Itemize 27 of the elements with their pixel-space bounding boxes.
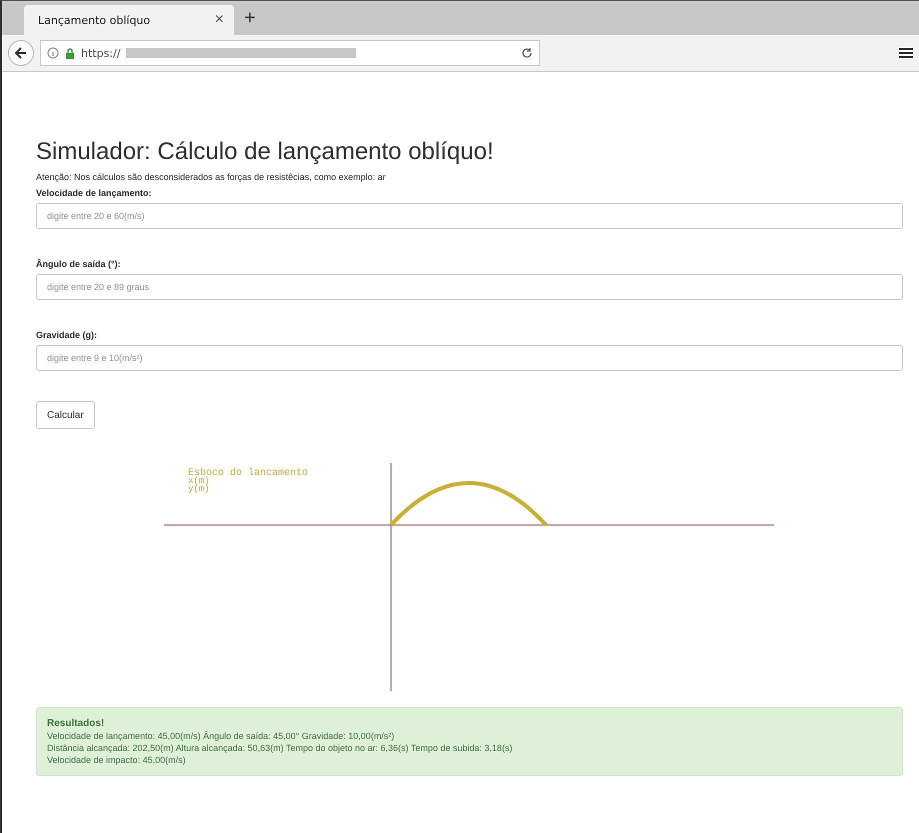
close-tab-button[interactable]: × [214, 11, 224, 29]
back-arrow-icon [14, 46, 28, 60]
new-tab-button[interactable]: + [244, 6, 256, 30]
field-label: Gravidade (g): [36, 330, 98, 340]
result-text: Distância alcançada: 202,50(m) Altura alcançada: 50,63(m) Tempo do objeto no ar: 6,36(s) Tempo de subida: 3,18(s) [47, 743, 514, 753]
field-label: Ângulo de saída (°): [36, 259, 122, 269]
url-text: https:// [81, 46, 120, 60]
notice-text: Atenção: Nos cálculos são desconsiderados as forças de resistêcias, como exemplo: ar [36, 172, 387, 182]
browser-tab[interactable]: Lançamento oblíquo × [24, 5, 234, 35]
reload-icon[interactable] [521, 47, 533, 59]
result-text: Velocidade de impacto: 45,00(m/s) [47, 755, 187, 765]
results-title: Resultados! [47, 718, 106, 729]
field-label: Velocidade de lançamento: [36, 188, 153, 198]
tab-title: Lançamento oblíquo [38, 14, 150, 26]
input-field[interactable]: digite entre 20 e 89 graus [36, 274, 903, 300]
address-bar[interactable]: https:// [40, 40, 540, 66]
info-icon [47, 47, 59, 59]
page-title: Simulador: Cálculo de lançamento oblíquo! [36, 138, 495, 166]
back-button[interactable] [8, 40, 34, 66]
lock-icon [65, 48, 75, 58]
result-text: Velocidade de lançamento: 45,00(m/s) Ângulo de saída: 45,00° Gravidade: 10,00(m/s²) [47, 731, 396, 741]
menu-icon[interactable] [899, 47, 913, 59]
input-field[interactable]: digite entre 20 e 60(m/s) [36, 203, 903, 229]
y-axis-label: y(m) [188, 484, 210, 494]
input-field[interactable]: digite entre 9 e 10(m/s²) [36, 345, 903, 371]
calculate-button[interactable]: Calcular [36, 401, 95, 429]
x-axis-label: x(m) [188, 476, 210, 486]
